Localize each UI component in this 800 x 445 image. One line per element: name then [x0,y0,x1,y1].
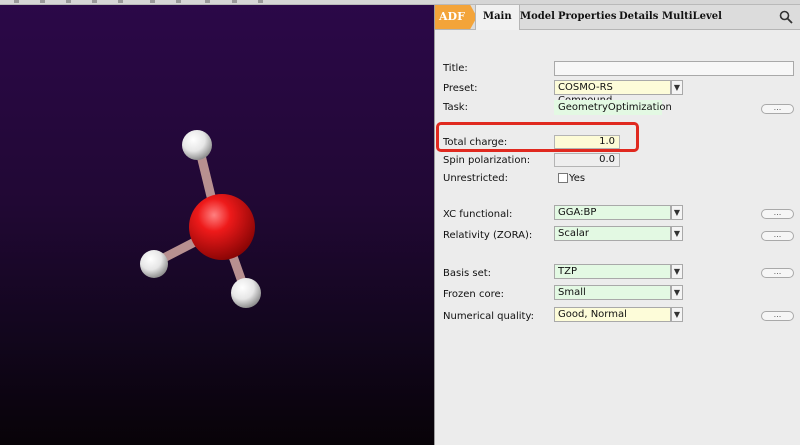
toolbar-mark [66,0,71,3]
task-value[interactable]: GeometryOptimization [554,100,672,115]
xc-functional-label: XC functional: [443,209,513,220]
frozen-core-label: Frozen core: [443,289,504,300]
basis-set-label: Basis set: [443,268,492,279]
preset-label: Preset: [443,83,478,94]
tab-multilevel[interactable]: MultiLevel [662,5,722,29]
adf-input-panel: ADF Main Model Properties Details MultiL… [434,5,800,445]
preset-select[interactable]: COSMO-RS Compound [554,80,671,106]
unrestricted-option-label: Yes [569,173,586,184]
basis-set-more-button[interactable]: ... [761,268,794,278]
toolbar-mark [258,0,263,3]
basis-set-select[interactable]: TZP [554,264,671,279]
toolbar-mark [205,0,210,3]
tab-model[interactable]: Model [520,5,555,29]
molecule-drawing[interactable] [0,5,434,445]
title-label: Title: [443,63,468,74]
toolbar-mark [232,0,237,3]
xc-functional-select[interactable]: GGA:BP [554,205,671,220]
unrestricted-checkbox[interactable] [558,173,568,183]
hydrogen-atom[interactable] [140,250,168,278]
toolbar-mark [150,0,155,3]
frozen-core-dropdown-arrow[interactable]: ▼ [671,285,683,300]
xc-functional-more-button[interactable]: ... [761,209,794,219]
total-charge-highlight-box [436,122,639,152]
tab-bar: ADF Main Model Properties Details MultiL… [435,5,800,30]
relativity-select[interactable]: Scalar [554,226,671,241]
numerical-quality-label: Numerical quality: [443,311,535,322]
oxygen-atom[interactable] [189,194,255,260]
numerical-quality-dropdown-arrow[interactable]: ▼ [671,307,683,322]
hydrogen-atom[interactable] [231,278,261,308]
tab-properties[interactable]: Properties [558,5,617,29]
spin-polarization-input[interactable]: 0.0 [554,153,620,167]
title-input[interactable] [554,61,794,76]
unrestricted-label: Unrestricted: [443,173,509,184]
toolbar-mark [92,0,97,3]
spin-polarization-label: Spin polarization: [443,155,531,166]
task-more-button[interactable]: ... [761,104,794,114]
relativity-dropdown-arrow[interactable]: ▼ [671,226,683,241]
relativity-label: Relativity (ZORA): [443,230,533,241]
frozen-core-select[interactable]: Small [554,285,671,300]
numerical-quality-more-button[interactable]: ... [761,311,794,321]
hydrogen-atom[interactable] [182,130,212,160]
relativity-more-button[interactable]: ... [761,231,794,241]
toolbar-mark [40,0,45,3]
tab-adf[interactable]: ADF [435,5,477,29]
search-icon[interactable] [779,10,793,24]
numerical-quality-select[interactable]: Good, Normal [554,307,671,322]
xc-functional-dropdown-arrow[interactable]: ▼ [671,205,683,220]
toolbar-mark [176,0,181,3]
tab-main[interactable]: Main [475,5,520,30]
task-label: Task: [443,102,468,113]
preset-dropdown-arrow[interactable]: ▼ [671,80,683,95]
molecule-viewport[interactable] [0,5,434,445]
toolbar-mark [14,0,19,3]
basis-set-dropdown-arrow[interactable]: ▼ [671,264,683,279]
toolbar-mark [118,0,123,3]
tab-details[interactable]: Details [619,5,658,29]
